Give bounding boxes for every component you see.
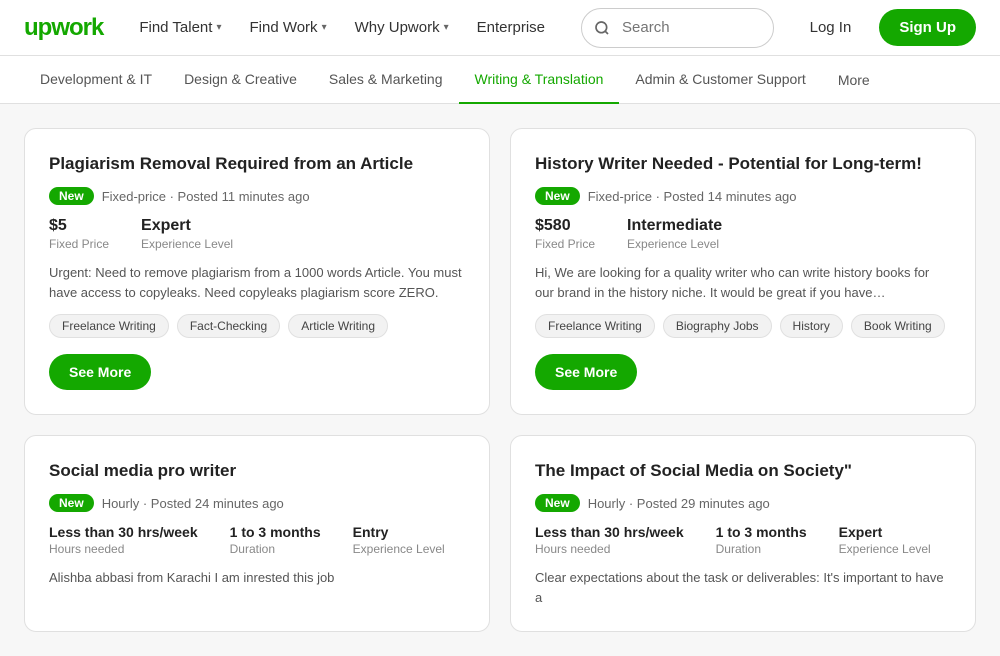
job-price-value-1: $5	[49, 217, 109, 235]
job-card-2: History Writer Needed - Potential for Lo…	[510, 128, 976, 415]
logo[interactable]: upwork	[24, 14, 103, 42]
chevron-down-icon: ▾	[216, 22, 221, 33]
tag-freelance-writing-2[interactable]: Freelance Writing	[535, 314, 655, 338]
chevron-down-icon: ▾	[444, 22, 449, 33]
job-hours-label-4: Hours needed	[535, 542, 684, 556]
badge-new-2: New	[535, 187, 580, 205]
job-meta-4: New Hourly · Posted 29 minutes ago	[535, 494, 951, 512]
job-price-row-1: $5 Fixed Price Expert Experience Level	[49, 217, 465, 251]
nav-find-work[interactable]: Find Work ▾	[237, 11, 338, 44]
job-experience-value-2: Intermediate	[627, 217, 722, 235]
job-card-4: The Impact of Social Media on Society" N…	[510, 435, 976, 632]
job-duration-label-3: Duration	[230, 542, 321, 556]
job-duration-label-4: Duration	[716, 542, 807, 556]
badge-new-3: New	[49, 494, 94, 512]
job-experience-col-3: Entry Experience Level	[353, 524, 445, 556]
job-description-4: Clear expectations about the task or del…	[535, 568, 951, 607]
job-description-2: Hi, We are looking for a quality writer …	[535, 263, 951, 302]
category-nav: Development & IT Design & Creative Sales…	[0, 56, 1000, 104]
job-price-label-2: Fixed Price	[535, 237, 595, 251]
badge-new-4: New	[535, 494, 580, 512]
search-input[interactable]	[622, 19, 774, 36]
category-sales-marketing[interactable]: Sales & Marketing	[313, 56, 459, 104]
job-meta-text-2: Fixed-price · Posted 14 minutes ago	[588, 189, 797, 204]
job-price-col-2: $580 Fixed Price	[535, 217, 595, 251]
job-info-row-4: Less than 30 hrs/week Hours needed 1 to …	[535, 524, 951, 556]
job-tags-2: Freelance Writing Biography Jobs History…	[535, 314, 951, 338]
job-meta-1: New Fixed-price · Posted 11 minutes ago	[49, 187, 465, 205]
chevron-down-icon: ▾	[322, 22, 327, 33]
category-writing-translation[interactable]: Writing & Translation	[459, 56, 620, 104]
nav-find-talent[interactable]: Find Talent ▾	[127, 11, 233, 44]
job-hours-label-3: Hours needed	[49, 542, 198, 556]
job-price-value-2: $580	[535, 217, 595, 235]
job-title-2: History Writer Needed - Potential for Lo…	[535, 153, 951, 175]
badge-new-1: New	[49, 187, 94, 205]
tag-fact-checking[interactable]: Fact-Checking	[177, 314, 280, 338]
job-experience-label-4: Experience Level	[839, 542, 931, 556]
logo-text: upwork	[24, 14, 103, 42]
job-hours-col-4: Less than 30 hrs/week Hours needed	[535, 524, 684, 556]
job-card-3: Social media pro writer New Hourly · Pos…	[24, 435, 490, 632]
main-nav: Find Talent ▾ Find Work ▾ Why Upwork ▾ E…	[127, 11, 557, 44]
nav-why-upwork[interactable]: Why Upwork ▾	[343, 11, 461, 44]
nav-enterprise-label: Enterprise	[477, 19, 545, 36]
category-design-creative[interactable]: Design & Creative	[168, 56, 313, 104]
job-experience-col-4: Expert Experience Level	[839, 524, 931, 556]
main-content: Plagiarism Removal Required from an Arti…	[0, 104, 1000, 656]
job-duration-value-4: 1 to 3 months	[716, 524, 807, 540]
job-meta-text-3: Hourly · Posted 24 minutes ago	[102, 496, 284, 511]
nav-enterprise[interactable]: Enterprise	[465, 11, 557, 44]
category-admin-customer-support[interactable]: Admin & Customer Support	[619, 56, 821, 104]
job-experience-col-1: Expert Experience Level	[141, 217, 233, 251]
job-card-1: Plagiarism Removal Required from an Arti…	[24, 128, 490, 415]
search-bar: Talent ▾	[581, 8, 774, 48]
header-actions: Log In Sign Up	[798, 9, 976, 46]
job-experience-value-4: Expert	[839, 524, 931, 540]
job-description-1: Urgent: Need to remove plagiarism from a…	[49, 263, 465, 302]
header: upwork Find Talent ▾ Find Work ▾ Why Upw…	[0, 0, 1000, 56]
job-experience-col-2: Intermediate Experience Level	[627, 217, 722, 251]
nav-find-talent-label: Find Talent	[139, 19, 212, 36]
job-experience-value-3: Entry	[353, 524, 445, 540]
login-button[interactable]: Log In	[798, 11, 864, 44]
job-hours-value-3: Less than 30 hrs/week	[49, 524, 198, 540]
job-meta-text-4: Hourly · Posted 29 minutes ago	[588, 496, 770, 511]
job-duration-value-3: 1 to 3 months	[230, 524, 321, 540]
job-title-1: Plagiarism Removal Required from an Arti…	[49, 153, 465, 175]
tag-freelance-writing[interactable]: Freelance Writing	[49, 314, 169, 338]
signup-button[interactable]: Sign Up	[879, 9, 976, 46]
job-experience-label-1: Experience Level	[141, 237, 233, 251]
nav-find-work-label: Find Work	[249, 19, 317, 36]
job-tags-1: Freelance Writing Fact-Checking Article …	[49, 314, 465, 338]
search-icon	[582, 20, 622, 36]
job-description-3: Alishba abbasi from Karachi I am inreste…	[49, 568, 465, 588]
job-duration-col-3: 1 to 3 months Duration	[230, 524, 321, 556]
job-price-col-1: $5 Fixed Price	[49, 217, 109, 251]
category-development-it[interactable]: Development & IT	[24, 56, 168, 104]
job-experience-label-3: Experience Level	[353, 542, 445, 556]
tag-history[interactable]: History	[780, 314, 843, 338]
see-more-button-1[interactable]: See More	[49, 354, 151, 390]
category-more[interactable]: More	[822, 56, 886, 104]
job-hours-col-3: Less than 30 hrs/week Hours needed	[49, 524, 198, 556]
job-title-4: The Impact of Social Media on Society"	[535, 460, 951, 482]
job-meta-3: New Hourly · Posted 24 minutes ago	[49, 494, 465, 512]
see-more-button-2[interactable]: See More	[535, 354, 637, 390]
job-experience-value-1: Expert	[141, 217, 233, 235]
job-title-3: Social media pro writer	[49, 460, 465, 482]
job-price-label-1: Fixed Price	[49, 237, 109, 251]
job-duration-col-4: 1 to 3 months Duration	[716, 524, 807, 556]
job-meta-2: New Fixed-price · Posted 14 minutes ago	[535, 187, 951, 205]
tag-biography-jobs[interactable]: Biography Jobs	[663, 314, 772, 338]
job-experience-label-2: Experience Level	[627, 237, 722, 251]
job-info-row-3: Less than 30 hrs/week Hours needed 1 to …	[49, 524, 465, 556]
cards-grid: Plagiarism Removal Required from an Arti…	[24, 128, 976, 632]
job-hours-value-4: Less than 30 hrs/week	[535, 524, 684, 540]
tag-article-writing[interactable]: Article Writing	[288, 314, 388, 338]
tag-book-writing[interactable]: Book Writing	[851, 314, 945, 338]
job-price-row-2: $580 Fixed Price Intermediate Experience…	[535, 217, 951, 251]
job-meta-text-1: Fixed-price · Posted 11 minutes ago	[102, 189, 310, 204]
nav-why-upwork-label: Why Upwork	[355, 19, 440, 36]
